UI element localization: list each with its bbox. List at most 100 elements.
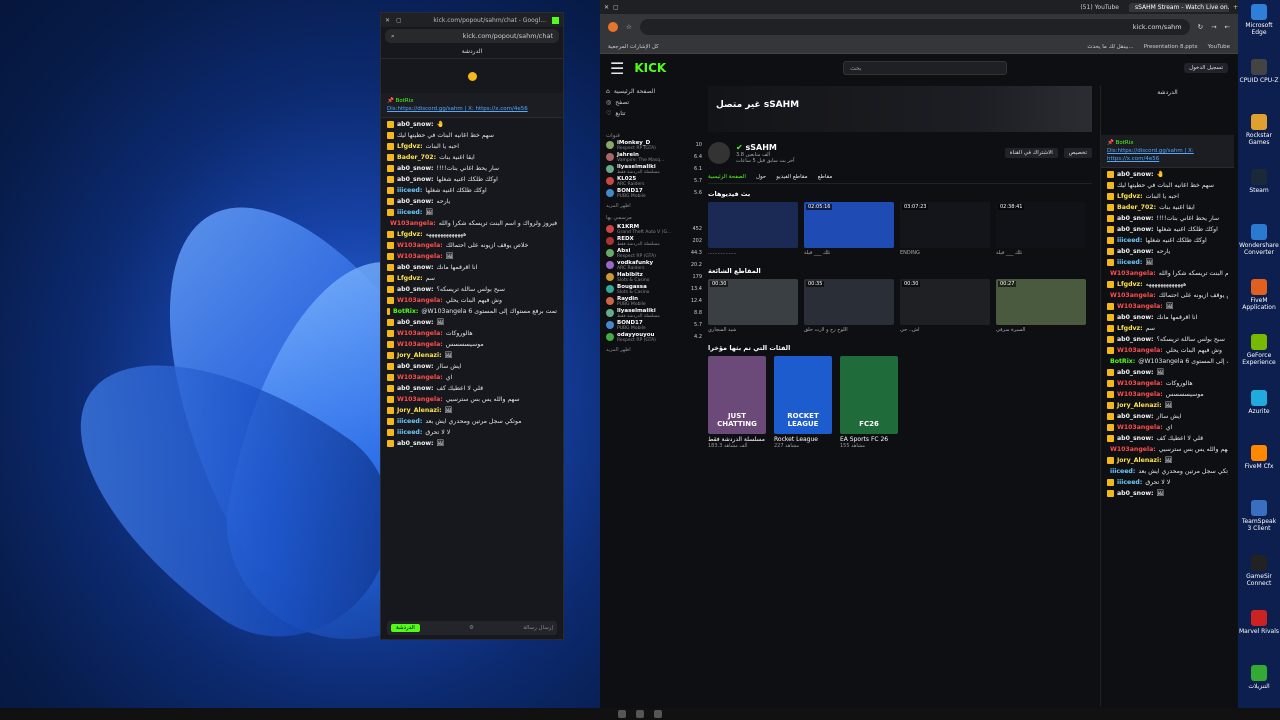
chat-username[interactable]: iiiceed:	[397, 208, 422, 217]
close-icon[interactable]: ✕	[385, 17, 390, 24]
sidebar-channel[interactable]: Raydin PUBG Mobile 12.4	[606, 295, 702, 307]
bookmark-youtube[interactable]: YouTube	[1208, 44, 1230, 50]
login-button[interactable]: تسجيل الدخول	[1184, 63, 1228, 73]
tab-kick[interactable]: sSAHM Stream - Watch Live on...	[1128, 2, 1229, 12]
chat-username[interactable]: W103angela:	[1117, 390, 1163, 399]
chat-username[interactable]: W103angela:	[397, 340, 443, 349]
chat-username[interactable]: ab0_snow:	[397, 175, 434, 184]
forward-icon[interactable]: →	[1211, 23, 1216, 31]
chat-username[interactable]: Jory_Alenazi:	[1117, 456, 1162, 465]
chat-username[interactable]: Lfgdvz:	[397, 230, 423, 239]
chat-username[interactable]: Jory_Alenazi:	[397, 406, 442, 415]
chat-username[interactable]: Lfgdvz:	[397, 274, 423, 283]
back-icon[interactable]: ←	[1225, 23, 1230, 31]
send-button[interactable]: الدردشة	[391, 624, 420, 632]
desktop-icon[interactable]: CPUID CPU-Z	[1239, 59, 1279, 114]
chat-username[interactable]: ab0_snow:	[1117, 214, 1154, 223]
sidebar-channel[interactable]: iMonkey_D Respect RP (GTA) 10	[606, 139, 702, 151]
chat-username[interactable]: ab0_snow:	[1117, 225, 1154, 234]
sidebar-item-browse[interactable]: ◎ تصفح	[606, 97, 702, 108]
chat-username[interactable]: W103angela:	[1117, 302, 1163, 311]
chat-username[interactable]: iiiceed:	[397, 186, 422, 195]
chat-username[interactable]: ab0_snow:	[397, 384, 434, 393]
chat-username[interactable]: ab0_snow:	[1117, 335, 1154, 344]
tab-home[interactable]: الصفحة الرئيسية	[708, 174, 746, 180]
chat-username[interactable]: W103angela:	[397, 296, 443, 305]
chat-username[interactable]: Lfgdvz:	[1117, 192, 1143, 201]
chat-username[interactable]: BotRix:	[393, 307, 418, 316]
address-bar[interactable]: kick.com/sahm	[639, 19, 1190, 35]
desktop-icon[interactable]: Marvel Rivals	[1239, 609, 1279, 665]
chat-username[interactable]: iiiceed:	[397, 417, 422, 426]
tab-videos[interactable]: مقاطع الفيديو	[776, 174, 807, 180]
chat-username[interactable]: iiiceed:	[1117, 236, 1142, 245]
chat-username[interactable]: W103angela:	[397, 395, 443, 404]
chat-username[interactable]: iiiceed:	[1110, 467, 1135, 476]
chat-username[interactable]: W103angela:	[1117, 346, 1163, 355]
reload-icon[interactable]: ↻	[1198, 23, 1203, 31]
chat-username[interactable]: W103angela:	[1110, 269, 1156, 278]
chat-username[interactable]: Lfgdvz:	[1117, 280, 1143, 289]
sidebar-channel[interactable]: odayyouyou Respect RP (GTA) 4.2	[606, 331, 702, 343]
sidebar-channel[interactable]: Jahrein Vampire: The Masq... 6.4	[606, 151, 702, 163]
chat-username[interactable]: BotRix:	[1110, 357, 1135, 366]
star-icon[interactable]: ☆	[626, 23, 632, 31]
tab-youtube[interactable]: (51) YouTube	[1074, 3, 1125, 12]
desktop-icon[interactable]: Steam	[1239, 169, 1279, 224]
tab-about[interactable]: حول	[756, 174, 766, 180]
sidebar-channel[interactable]: vodkafunky ARC Raiders 20.2	[606, 259, 702, 271]
chat-username[interactable]: W103angela:	[397, 329, 443, 338]
sidebar-channel[interactable]: BOND17 PUBG Mobile 5.7	[606, 319, 702, 331]
chat-username[interactable]: ab0_snow:	[1117, 412, 1154, 421]
video-card[interactable]: 02:38:41 تلك ___ فيلة	[996, 202, 1086, 257]
sidebar-channel[interactable]: REDX مسلسلة الدردشة فقط 202	[606, 235, 702, 247]
sidebar-channel[interactable]: Habibitz Slots & Casino 179	[606, 271, 702, 283]
settings-icon[interactable]: ⚙	[469, 625, 474, 631]
desktop-icon[interactable]: FiveM Application	[1239, 279, 1279, 334]
video-card[interactable]: 00:30 اش.. حي	[900, 279, 990, 334]
bookmark-ppt[interactable]: Presentation 8.pptx	[1144, 44, 1198, 50]
chat-username[interactable]: Lfgdvz:	[1117, 324, 1143, 333]
popout-url-bar[interactable]: ⌕ kick.com/popout/sahm/chat	[385, 29, 559, 43]
video-card[interactable]: 00:35 اللوح زح و لارت خلق	[804, 279, 894, 334]
close-icon[interactable]: ✕	[604, 4, 609, 11]
video-card[interactable]: 00:30 شيد السجاري	[708, 279, 798, 334]
subscribe-button[interactable]: تخصيص	[1063, 148, 1092, 158]
chat-username[interactable]: ab0_snow:	[397, 263, 434, 272]
sidebar-channel[interactable]: llyaselmaliki مسلسلة الدردشة فقط 8.8	[606, 307, 702, 319]
chat-username[interactable]: iiiceed:	[1117, 258, 1142, 267]
chat-username[interactable]: ab0_snow:	[1117, 368, 1154, 377]
chat-username[interactable]: W103angela:	[397, 241, 443, 250]
chat-username[interactable]: Jory_Alenazi:	[1117, 401, 1162, 410]
category-card[interactable]: JUST CHATTING مسلسلة الدردشة فقط 183.3 ألف…	[708, 356, 766, 449]
chat-username[interactable]: W103angela:	[397, 373, 443, 382]
chat-username[interactable]: Bader_702:	[397, 153, 436, 162]
chat-username[interactable]: W103angela:	[1117, 379, 1163, 388]
chat-username[interactable]: W103angela:	[397, 252, 443, 261]
menu-icon[interactable]: ☰	[610, 59, 624, 78]
chat-username[interactable]: iiiceed:	[1117, 478, 1142, 487]
chat-username[interactable]: Bader_702:	[1117, 203, 1156, 212]
chat-username[interactable]: ab0_snow:	[397, 197, 434, 206]
chat-username[interactable]: ab0_snow:	[397, 164, 434, 173]
video-card[interactable]: ..................	[708, 202, 798, 257]
sidebar-channel[interactable]: BOND17 PUBG Mobile 5.6	[606, 187, 702, 199]
desktop-icon[interactable]: TeamSpeak 3 Client	[1239, 499, 1279, 555]
chat-username[interactable]: ab0_snow:	[1117, 313, 1154, 322]
chat-username[interactable]: ab0_snow:	[397, 285, 434, 294]
desktop-icon[interactable]: Rockstar Games	[1239, 114, 1279, 169]
category-card[interactable]: FC26 EA Sports FC 26 155 مشاهد	[840, 356, 898, 449]
chat-username[interactable]: ab0_snow:	[1117, 170, 1154, 179]
desktop-icon[interactable]: Microsoft Edge	[1239, 4, 1279, 59]
channel-avatar[interactable]	[708, 142, 730, 164]
bookmark-all[interactable]: كل الإشارات المرجعية	[608, 44, 659, 50]
window-icon[interactable]: ▢	[613, 4, 619, 11]
bookmark-x[interactable]: بينقل لك ما يحدث...	[1087, 44, 1133, 50]
chat-username[interactable]: ab0_snow:	[1117, 434, 1154, 443]
chat-username[interactable]: ab0_snow:	[397, 318, 434, 327]
sidebar-item-following[interactable]: ♡ تتابع	[606, 108, 702, 119]
sidebar-channel[interactable]: KL025 ARC Raiders 5.7	[606, 175, 702, 187]
chat-username[interactable]: iiiceed:	[397, 428, 422, 437]
chat-username[interactable]: W103angela:	[390, 219, 436, 228]
sidebar-channel[interactable]: llyaselmaliki مسلسلة الدردشة فقط 6.1	[606, 163, 702, 175]
